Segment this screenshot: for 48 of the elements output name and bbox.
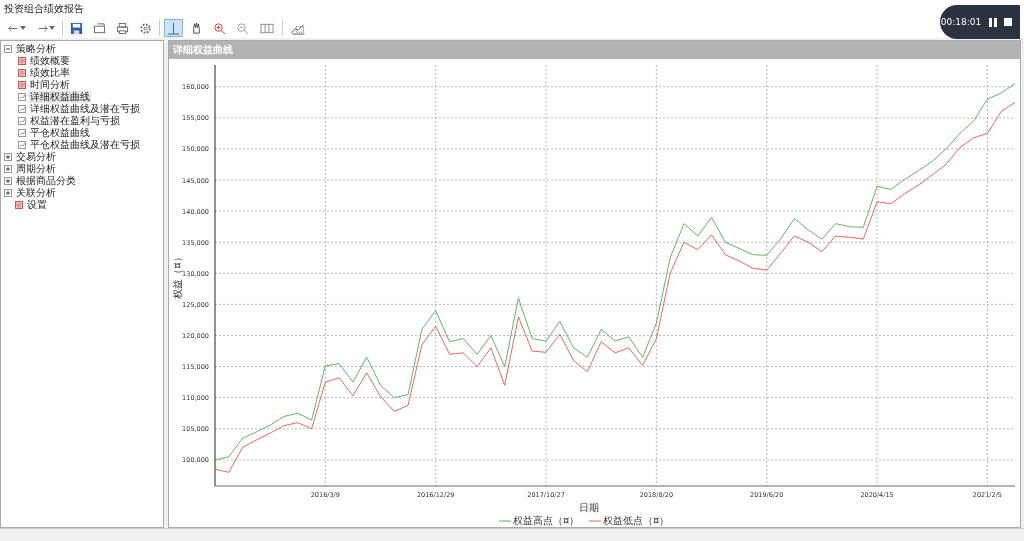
- chart-icon: [18, 117, 26, 125]
- pause-icon[interactable]: [989, 17, 997, 27]
- settings-icon: [139, 21, 152, 35]
- tree-item[interactable]: 绩效比率: [29, 67, 71, 79]
- tree-item[interactable]: 平仓权益曲线及潜在亏损: [29, 139, 141, 151]
- export-icon: [93, 21, 106, 35]
- crosshair-icon: [167, 21, 180, 35]
- dropdown-caret-icon: [49, 26, 55, 30]
- recording-time: 00:18:01: [940, 16, 982, 29]
- tree-item[interactable]: 详细权益曲线: [29, 91, 91, 103]
- tree-item[interactable]: 策略分析: [15, 43, 57, 55]
- zoom-out-icon: [236, 21, 249, 35]
- table-icon: [15, 201, 23, 209]
- chart-icon: [18, 141, 26, 149]
- chart-icon: [18, 105, 26, 113]
- window-title: 投资组合绩效报告: [4, 2, 84, 16]
- tree-item[interactable]: 周期分析: [15, 163, 57, 175]
- tree-item[interactable]: 根据商品分类: [15, 175, 77, 187]
- tree-item[interactable]: 平仓权益曲线: [29, 127, 91, 139]
- table-icon: [18, 81, 26, 89]
- table-icon: [18, 57, 26, 65]
- columns-icon: [259, 21, 275, 35]
- tree-item[interactable]: 关联分析: [15, 187, 57, 199]
- save-icon: [70, 21, 83, 35]
- printer-icon: [116, 21, 129, 35]
- expand-icon[interactable]: [4, 177, 12, 185]
- zoom-in-icon: [213, 21, 226, 35]
- tree-item[interactable]: 交易分析: [15, 151, 57, 163]
- expand-icon[interactable]: [4, 153, 12, 161]
- tree-item[interactable]: 设置: [26, 199, 48, 211]
- dropdown-caret-icon: [20, 26, 26, 30]
- x-axis-title: 日期: [579, 502, 599, 513]
- table-icon: [18, 69, 26, 77]
- expand-icon[interactable]: [4, 165, 12, 173]
- tree-item[interactable]: 时间分析: [29, 79, 71, 91]
- collapse-icon[interactable]: [4, 45, 12, 53]
- crosshair-button[interactable]: [164, 19, 183, 37]
- tree-item[interactable]: 详细权益曲线及潜在亏损: [29, 103, 141, 115]
- hand-icon: [190, 21, 203, 35]
- expand-icon[interactable]: [4, 189, 12, 197]
- chart-icon: [18, 129, 26, 137]
- legend-label: 权益高点（¤）: [513, 515, 580, 526]
- tree-item[interactable]: 权益潜在盈利与亏损: [29, 115, 121, 127]
- chart-icon: [18, 93, 26, 101]
- tree-item[interactable]: 绩效概要: [29, 55, 71, 67]
- y-axis-title: 权益（¤）: [172, 252, 183, 299]
- legend-label: 权益低点（¤）: [603, 515, 670, 526]
- panel-title: 详细权益曲线: [173, 43, 233, 57]
